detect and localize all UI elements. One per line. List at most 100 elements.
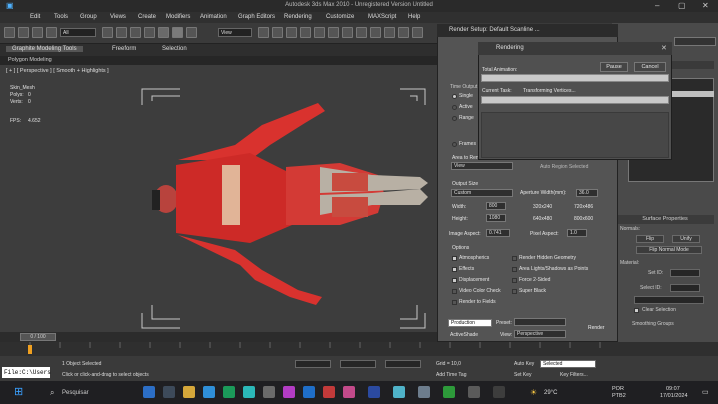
app-teal-icon[interactable] (243, 386, 255, 398)
surface-properties-rollout[interactable]: Surface Properties (616, 215, 714, 224)
aperture-field[interactable]: 36.0 (576, 189, 598, 197)
material-editor-icon[interactable] (412, 27, 423, 38)
menu-graph-editors[interactable]: Graph Editors (238, 14, 275, 20)
menu-rendering[interactable]: Rendering (284, 14, 312, 20)
viewport-label[interactable]: [ + ] [ Perspective ] [ Smooth + Highlig… (6, 68, 109, 74)
render-button[interactable]: Render (588, 325, 604, 331)
preset-dropdown[interactable] (514, 318, 566, 326)
viewport-perspective[interactable]: [ + ] [ Perspective ] [ Smooth + Highlig… (0, 65, 437, 332)
curve-editor-icon[interactable] (398, 27, 409, 38)
snaps-toggle-icon[interactable] (286, 27, 297, 38)
select-manipulate-icon[interactable] (272, 27, 283, 38)
minimize-icon[interactable]: – (655, 1, 659, 10)
select-id-field[interactable] (670, 284, 700, 292)
auto-region-label[interactable]: Auto Region Selected (540, 164, 588, 170)
z-coordinate-field[interactable] (385, 360, 421, 368)
frames-radio[interactable] (452, 142, 457, 147)
task-view-icon[interactable] (163, 386, 175, 398)
app-dark2-icon[interactable] (493, 386, 505, 398)
tab-selection[interactable]: Selection (162, 46, 187, 52)
named-selection-icon[interactable] (342, 27, 353, 38)
selection-filter-dropdown[interactable]: All (60, 28, 96, 37)
weather-icon[interactable]: ☀ (530, 388, 537, 397)
app-purple-icon[interactable] (283, 386, 295, 398)
app-cyan-icon[interactable] (393, 386, 405, 398)
add-time-tag[interactable]: Add Time Tag (436, 372, 466, 378)
select-by-name-icon[interactable] (116, 27, 127, 38)
select-rotate-icon[interactable] (172, 27, 183, 38)
object-name-field[interactable] (674, 37, 716, 46)
modifier-stack-item[interactable] (672, 91, 714, 97)
spinner-snap-icon[interactable] (328, 27, 339, 38)
preset-720x486-button[interactable]: 720x486 (574, 204, 593, 210)
material-name-dropdown[interactable] (634, 296, 704, 304)
app-red-icon[interactable] (323, 386, 335, 398)
unify-button[interactable]: Unify (672, 235, 700, 243)
clock-date[interactable]: 17/01/2024 (660, 393, 688, 399)
effects-checkbox[interactable] (452, 267, 457, 272)
menu-tools[interactable]: Tools (54, 14, 68, 20)
time-cursor[interactable] (28, 345, 32, 354)
redo-icon[interactable] (18, 27, 29, 38)
time-slider[interactable]: 0 / 100 (0, 332, 437, 342)
clock-time[interactable]: 09:07 (666, 386, 680, 392)
progress-close-icon[interactable]: ✕ (661, 44, 667, 52)
displacement-checkbox[interactable] (452, 278, 457, 283)
view-dropdown[interactable]: Perspective (514, 330, 566, 338)
undo-icon[interactable] (4, 27, 15, 38)
set-id-field[interactable] (670, 269, 700, 277)
area-lights-checkbox[interactable] (512, 267, 517, 272)
percent-snap-icon[interactable] (314, 27, 325, 38)
app-green-icon[interactable] (443, 386, 455, 398)
menu-animation[interactable]: Animation (200, 14, 227, 20)
output-size-preset-dropdown[interactable]: Custom (451, 189, 513, 197)
reference-coord-dropdown[interactable]: View (218, 28, 252, 37)
menu-modifiers[interactable]: Modifiers (166, 14, 190, 20)
key-filters-button[interactable]: Key Filters... (560, 372, 588, 378)
cancel-button[interactable]: Cancel (634, 62, 666, 72)
clear-selection-checkbox[interactable] (634, 308, 639, 313)
rect-selection-icon[interactable] (130, 27, 141, 38)
select-object-icon[interactable] (102, 27, 113, 38)
menu-maxscript[interactable]: MAXScript (368, 14, 396, 20)
app-gray-icon[interactable] (263, 386, 275, 398)
layer-manager-icon[interactable] (384, 27, 395, 38)
viewport-navigation-controls[interactable] (620, 371, 710, 380)
select-scale-icon[interactable] (186, 27, 197, 38)
input-language[interactable]: POR (612, 386, 624, 392)
pivot-center-icon[interactable] (258, 27, 269, 38)
store-icon[interactable] (223, 386, 235, 398)
atmospherics-checkbox[interactable] (452, 256, 457, 261)
render-to-fields-checkbox[interactable] (452, 300, 457, 305)
flip-normal-mode-button[interactable]: Flip Normal Mode (636, 246, 702, 254)
video-color-check-checkbox[interactable] (452, 289, 457, 294)
app-dark-icon[interactable] (468, 386, 480, 398)
select-move-icon[interactable] (158, 27, 169, 38)
align-icon[interactable] (370, 27, 381, 38)
menu-group[interactable]: Group (80, 14, 97, 20)
y-coordinate-field[interactable] (340, 360, 376, 368)
3dsmax-icon[interactable] (418, 386, 430, 398)
link-icon[interactable] (32, 27, 43, 38)
rendering-progress-titlebar[interactable]: Rendering (478, 42, 672, 55)
auto-key-button[interactable]: Auto Key (514, 361, 534, 367)
preset-800x600-button[interactable]: 800x600 (574, 216, 593, 222)
range-radio[interactable] (452, 116, 457, 121)
preset-320x240-button[interactable]: 320x240 (533, 204, 552, 210)
menu-create[interactable]: Create (138, 14, 156, 20)
ribbon-panel-label[interactable]: Polygon Modeling (8, 57, 52, 63)
super-black-checkbox[interactable] (512, 289, 517, 294)
x-coordinate-field[interactable] (295, 360, 331, 368)
preset-640x480-button[interactable]: 640x480 (533, 216, 552, 222)
tab-graphite-modeling-tools[interactable]: Graphite Modeling Tools (6, 46, 83, 52)
keyboard-layout[interactable]: PTB2 (612, 393, 626, 399)
search-icon[interactable]: ⌕ (50, 388, 54, 398)
maxscript-listener[interactable]: File:C:\Users (2, 367, 51, 378)
activeshade-label[interactable]: ActiveShade (450, 332, 478, 338)
active-radio[interactable] (452, 105, 457, 110)
app-blue-icon[interactable] (303, 386, 315, 398)
menu-edit[interactable]: Edit (30, 14, 40, 20)
window-crossing-icon[interactable] (144, 27, 155, 38)
edge-icon[interactable] (203, 386, 215, 398)
time-slider-thumb[interactable]: 0 / 100 (20, 333, 56, 341)
